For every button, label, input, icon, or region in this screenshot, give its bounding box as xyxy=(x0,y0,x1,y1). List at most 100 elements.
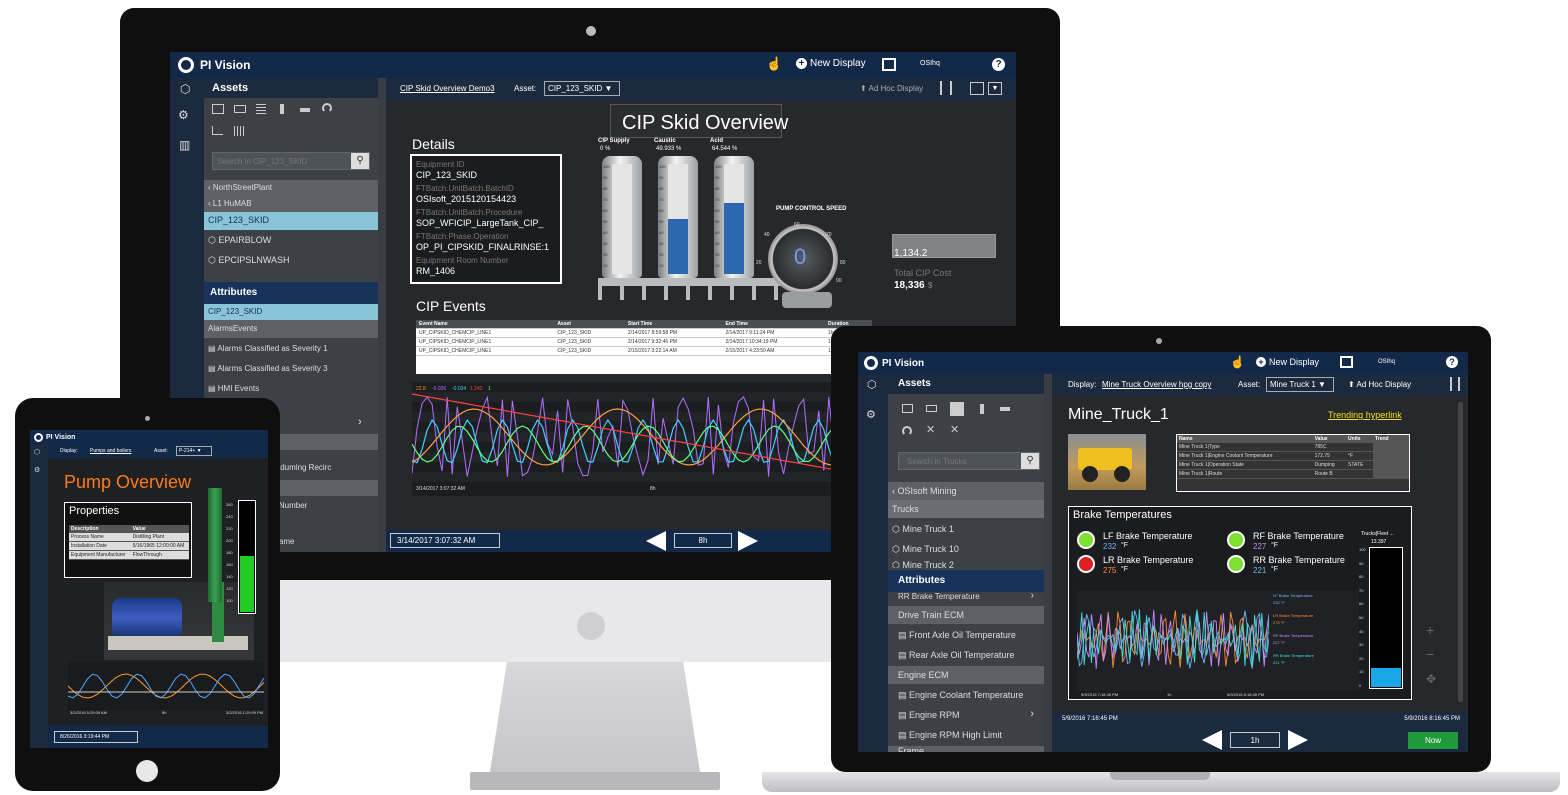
display-icon[interactable] xyxy=(1340,356,1353,368)
tree-item[interactable]: ⬡ Mine Truck 1 xyxy=(888,520,1044,538)
attribute-item[interactable]: RR Brake Temperature › xyxy=(888,592,1044,602)
time-start-input[interactable]: 3/14/2017 3:07:32 AM xyxy=(390,533,500,548)
asset-select[interactable]: P-214+ ▼ xyxy=(176,446,212,456)
dropdown-icon[interactable]: ▼ xyxy=(988,82,1002,95)
tree-item[interactable]: ⬡ EPCIPSLNWASH xyxy=(204,252,378,270)
cube-icon[interactable]: ⬡ xyxy=(180,82,190,96)
table-row[interactable]: Mine Truck 1|Type 785C xyxy=(1177,443,1409,452)
forward-arrow-icon[interactable] xyxy=(738,531,758,551)
tree-item[interactable]: ‹ L1 HuMAB xyxy=(204,196,378,212)
col-header[interactable]: End Time xyxy=(722,320,825,329)
trend-plot[interactable] xyxy=(412,382,864,496)
save-icon[interactable] xyxy=(970,82,984,95)
display-icon[interactable] xyxy=(882,58,896,71)
attribute-group[interactable]: Drive Train ECM xyxy=(888,606,1044,624)
table-row[interactable]: UP_CIPSKID_CHEMCIP_LINE1 CIP_123_SKID 2/14… xyxy=(416,328,872,338)
col-header[interactable]: Event Name xyxy=(416,320,555,329)
new-display-button[interactable]: + New Display xyxy=(1256,357,1319,367)
trend-icon[interactable] xyxy=(902,404,913,413)
search-icon[interactable]: ⚲ xyxy=(351,153,369,169)
back-arrow-icon[interactable] xyxy=(646,531,666,551)
tree-item[interactable]: ⬡ Mine Truck 10 xyxy=(888,540,1044,558)
table-icon[interactable] xyxy=(950,402,964,416)
help-icon[interactable]: ? xyxy=(1446,356,1458,368)
radial-gauge-icon[interactable] xyxy=(322,103,332,113)
xy-plot-icon[interactable] xyxy=(212,126,223,135)
attribute-item-selected[interactable]: CIP_123_SKID xyxy=(204,304,378,320)
range-end[interactable]: 5/9/2016 8:16:45 PM xyxy=(1404,716,1460,722)
hand-icon[interactable]: ☝ xyxy=(1230,355,1245,369)
table-row[interactable]: Mine Truck 1|Route Route B xyxy=(1177,469,1409,479)
bar-icon[interactable] xyxy=(300,108,310,112)
forward-arrow-icon[interactable] xyxy=(1288,730,1308,750)
table-icon[interactable] xyxy=(256,104,266,114)
search-input[interactable] xyxy=(899,453,1021,469)
cube-icon[interactable]: ⬡ xyxy=(867,378,877,391)
bar-icon[interactable] xyxy=(1000,407,1010,411)
tree-item[interactable]: Trucks xyxy=(888,500,1044,518)
adhoc-display-button[interactable]: ⬆ Ad Hoc Display xyxy=(1348,380,1411,389)
attribute-item[interactable]: ▤ Engine Coolant Temperature xyxy=(888,686,1044,704)
chevron-right-icon[interactable]: › xyxy=(1031,592,1034,601)
tree-item[interactable]: ‹ NorthStreetPlant xyxy=(204,180,378,196)
tools-icon[interactable]: ✕ xyxy=(926,423,935,436)
attribute-group[interactable]: Engine ECM xyxy=(888,666,1044,684)
zoom-out-icon[interactable]: − xyxy=(1426,646,1434,662)
search-icon[interactable]: ⚲ xyxy=(1021,453,1039,469)
trending-hyperlink[interactable]: Trending hyperlink xyxy=(1328,410,1402,420)
asset-select[interactable]: CIP_123_SKID ▼ xyxy=(544,81,620,96)
search-input[interactable] xyxy=(213,153,351,169)
attribute-item[interactable]: ▤ Alarms Classified as Severity 1 xyxy=(204,340,378,358)
event-icon[interactable]: ⚙ xyxy=(178,108,189,122)
event-icon[interactable]: ⚙ xyxy=(866,408,876,421)
time-span-input[interactable]: 8h xyxy=(674,533,732,548)
display-link[interactable]: CIP Skid Overview Demo3 xyxy=(400,84,495,93)
range-start[interactable]: 5/9/2016 7:16:45 PM xyxy=(1062,716,1118,722)
compare-icon[interactable]: ▥ xyxy=(179,138,190,152)
value-icon[interactable] xyxy=(234,105,246,113)
display-link[interactable]: Pumps and boilers xyxy=(90,448,131,454)
attribute-item[interactable]: ▤ Engine RPM High Limit xyxy=(888,726,1044,744)
time-span-input[interactable]: 1h xyxy=(1230,732,1280,748)
tablet-home-button[interactable] xyxy=(136,760,158,782)
gauge-icon[interactable] xyxy=(280,104,284,114)
user-name[interactable]: OSIhq xyxy=(1378,359,1395,365)
tree-item[interactable]: ‹ OSIsoft Mining xyxy=(888,482,1044,500)
chevron-right-icon[interactable]: › xyxy=(358,416,362,428)
collapse-icon[interactable] xyxy=(1450,377,1460,391)
collapse-icon[interactable] xyxy=(940,81,952,95)
pan-icon[interactable]: ✥ xyxy=(1426,672,1436,686)
col-header[interactable]: Asset xyxy=(554,320,625,329)
attribute-item[interactable]: ▤ HMI Events xyxy=(204,380,378,398)
attribute-item[interactable]: ▤ Alarms Classified as Severity 3 xyxy=(204,360,378,378)
display-link[interactable]: Mine Truck Overview hpg copy xyxy=(1102,380,1211,389)
new-display-button[interactable]: + New Display xyxy=(796,58,866,69)
adhoc-display-button[interactable]: ⬆ Ad Hoc Display xyxy=(860,84,923,93)
tree-item-selected[interactable]: CIP_123_SKID xyxy=(204,212,378,230)
radial-gauge-icon[interactable] xyxy=(902,426,912,436)
pane-splitter[interactable] xyxy=(1044,374,1052,752)
trend-plot[interactable] xyxy=(67,662,265,710)
event-icon[interactable]: ⚙ xyxy=(34,466,40,474)
zoom-in-icon[interactable]: + xyxy=(1426,622,1434,638)
attribute-item[interactable]: ▤ Engine RPM › xyxy=(888,706,1044,724)
table-row[interactable]: Mine Truck 1|Operation State Dumping STATE xyxy=(1177,460,1409,470)
trend-plot[interactable] xyxy=(1077,591,1269,687)
col-header[interactable]: Start Time xyxy=(624,320,723,329)
attribute-group[interactable]: Frame xyxy=(888,746,1044,752)
now-button[interactable]: Now xyxy=(1408,732,1458,749)
time-start-input[interactable]: 8/26/2016 3:19:44 PM xyxy=(54,731,138,743)
tools-icon[interactable]: ✕ xyxy=(950,423,959,436)
trend-icon[interactable] xyxy=(212,104,224,114)
pane-splitter[interactable] xyxy=(378,78,386,552)
attribute-item[interactable]: ▤ Rear Axle Oil Temperature xyxy=(888,646,1044,664)
tree-item[interactable]: ⬡ EPAIRBLOW xyxy=(204,232,378,250)
asset-select[interactable]: Mine Truck 1 ▼ xyxy=(1266,377,1334,392)
back-arrow-icon[interactable] xyxy=(1202,730,1222,750)
attribute-item[interactable]: ▤ Front Axle Oil Temperature xyxy=(888,626,1044,644)
table-row[interactable]: UP_CIPSKID_CHEMCIP_LINE1 CIP_123_SKID 2/14… xyxy=(416,337,872,347)
table-row[interactable]: Mine Truck 1|Engine Coolant Temperature 1… xyxy=(1177,451,1409,461)
gauge-icon[interactable] xyxy=(980,404,984,414)
table-row[interactable]: UP_CIPSKID_CHEMCIP_LINE1 CIP_123_SKID 2/15… xyxy=(416,346,872,356)
cube-icon[interactable]: ⬡ xyxy=(34,448,40,456)
